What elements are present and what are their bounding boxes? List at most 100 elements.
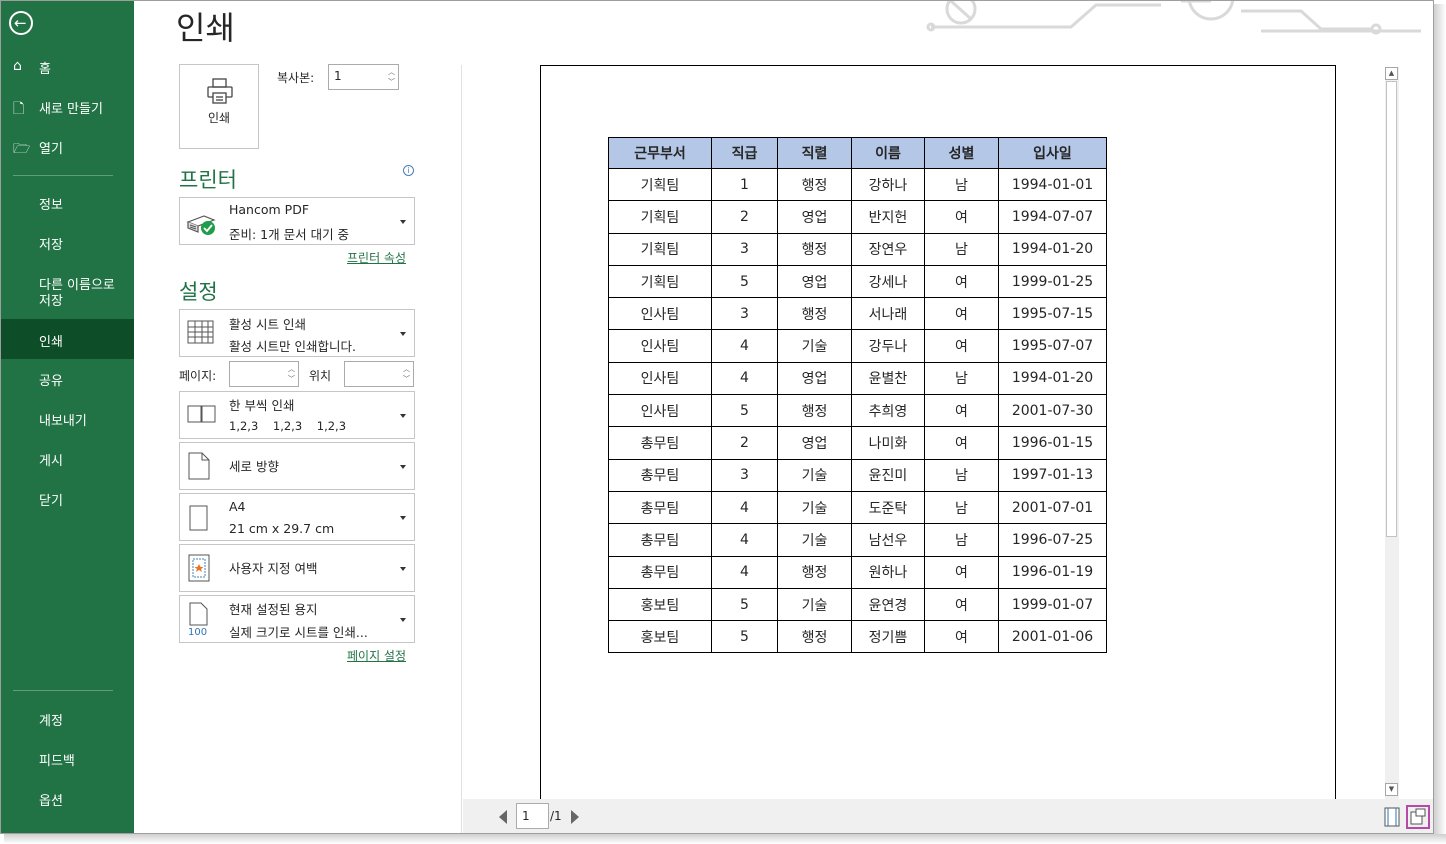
zoom-to-page-button[interactable] xyxy=(1406,805,1430,829)
page-number-input[interactable]: 1 xyxy=(516,803,549,829)
sheet-grid-icon xyxy=(187,320,214,344)
table-cell: 서나래 xyxy=(851,297,925,331)
nav-new[interactable]: 🗋 새로 만들기 xyxy=(1,98,134,118)
print-what-dropdown[interactable]: 활성 시트 인쇄 활성 시트만 인쇄합니다. xyxy=(179,309,415,357)
printer-properties-link[interactable]: 프린터 속성 xyxy=(347,249,406,266)
margins-dropdown[interactable]: 사용자 지정 여백 xyxy=(179,544,415,592)
table-cell: 1994-01-20 xyxy=(998,232,1107,266)
table-row: 기획팀 3 행정 장연우 남 1994-01-20 xyxy=(608,232,1107,266)
printer-dropdown[interactable]: Hancom PDF 준비: 1개 문서 대기 중 xyxy=(179,197,415,245)
page-total: /1 xyxy=(550,809,562,823)
table-cell: 3 xyxy=(711,297,778,331)
nav-export[interactable]: 내보내기 xyxy=(1,410,134,430)
pages-label: 페이지: xyxy=(179,369,217,383)
spin-up-icon[interactable]: ︿ xyxy=(288,365,295,373)
panel-separator xyxy=(461,65,462,833)
spin-down-icon[interactable]: ﹀ xyxy=(403,375,410,383)
table-cell: 인사팀 xyxy=(608,394,712,428)
nav-info-label: 정보 xyxy=(39,198,63,213)
settings-section-title: 설정 xyxy=(179,280,218,304)
copies-spinner[interactable]: 1 ︿ ﹀ xyxy=(328,64,399,90)
table-cell: 행정 xyxy=(777,620,852,654)
table-cell: 1994-01-20 xyxy=(998,361,1107,396)
next-page-icon[interactable] xyxy=(571,810,579,824)
orientation-dropdown[interactable]: 세로 방향 xyxy=(179,442,415,490)
table-cell: 여 xyxy=(924,620,999,654)
previous-page-icon[interactable] xyxy=(499,810,507,824)
nav-save-as[interactable]: 다른 이름으로 저장 xyxy=(1,274,134,310)
scroll-up-icon[interactable]: ▲ xyxy=(1385,67,1398,80)
table-cell: 행정 xyxy=(777,167,852,202)
table-cell: 여 xyxy=(924,394,999,428)
print-button-label: 인쇄 xyxy=(207,111,231,125)
table-cell: 총무팀 xyxy=(608,523,712,557)
zoom-to-page-icon xyxy=(1410,808,1426,825)
nav-save[interactable]: 저장 xyxy=(1,234,134,254)
table-cell: 기술 xyxy=(777,329,852,363)
back-arrow-icon[interactable]: ← xyxy=(9,11,33,35)
nav-print-label: 인쇄 xyxy=(39,335,63,350)
nav-export-label: 내보내기 xyxy=(39,414,87,429)
table-cell: 4 xyxy=(711,329,778,363)
table-cell: 1996-01-19 xyxy=(998,555,1107,589)
backstage-window: ← ⌂ 홈 🗋 새로 만들기 🗁 열기 정보 저장 다른 이름으로 저장 인쇄 … xyxy=(0,0,1434,834)
scaling-sub: 실제 크기로 시트를 인쇄... xyxy=(229,625,368,640)
scroll-thumb[interactable] xyxy=(1386,81,1397,537)
print-button[interactable]: 인쇄 xyxy=(179,64,259,149)
spin-down-icon[interactable]: ﹀ xyxy=(388,78,395,86)
paper-size-dropdown[interactable]: A4 21 cm x 29.7 cm xyxy=(179,493,415,541)
table-cell: 1995-07-15 xyxy=(998,297,1107,331)
table-cell: 윤연경 xyxy=(851,587,925,622)
scroll-down-icon[interactable]: ▼ xyxy=(1385,783,1398,796)
info-icon[interactable]: i xyxy=(403,165,414,176)
nav-options[interactable]: 옵션 xyxy=(1,790,134,810)
table-cell: 행정 xyxy=(777,297,852,331)
table-cell: 여 xyxy=(924,587,999,622)
nav-account[interactable]: 계정 xyxy=(1,710,134,730)
margins-title: 사용자 지정 여백 xyxy=(229,561,318,576)
nav-feedback[interactable]: 피드백 xyxy=(1,750,134,770)
collate-dropdown[interactable]: 한 부씩 인쇄 1,2,3 1,2,3 1,2,3 xyxy=(179,391,415,439)
nav-home-label: 홈 xyxy=(39,62,51,77)
spin-up-icon[interactable]: ︿ xyxy=(388,68,395,76)
preview-scrollbar[interactable]: ▲ ▼ xyxy=(1385,67,1399,799)
table-row: 총무팀 4 행정 원하나 여 1996-01-19 xyxy=(608,555,1107,589)
table-cell: 영업 xyxy=(777,264,852,299)
page-setup-link[interactable]: 페이지 설정 xyxy=(347,647,406,664)
nav-open-label: 열기 xyxy=(39,142,63,157)
pages-to-spinner[interactable]: ︿ ﹀ xyxy=(344,361,414,387)
nav-save-label: 저장 xyxy=(39,238,63,253)
col-header: 직급 xyxy=(711,137,778,169)
table-cell: 5 xyxy=(711,394,778,428)
nav-home[interactable]: ⌂ 홈 xyxy=(1,58,134,78)
preview-footer-bar xyxy=(463,799,1433,833)
table-cell: 인사팀 xyxy=(608,361,712,396)
table-cell: 반지헌 xyxy=(851,200,925,234)
nav-share[interactable]: 공유 xyxy=(1,370,134,390)
spin-down-icon[interactable]: ﹀ xyxy=(288,375,295,383)
pages-from-spinner[interactable]: ︿ ﹀ xyxy=(229,361,299,387)
chevron-down-icon xyxy=(400,618,406,622)
table-row: 홍보팀 5 행정 정기쁨 여 2001-01-06 xyxy=(608,620,1107,654)
table-cell: 2 xyxy=(711,200,778,234)
nav-publish[interactable]: 게시 xyxy=(1,450,134,470)
scaling-dropdown[interactable]: 100 현재 설정된 용지 실제 크기로 시트를 인쇄... xyxy=(179,595,415,643)
nav-info[interactable]: 정보 xyxy=(1,194,134,214)
show-margins-button[interactable] xyxy=(1381,806,1403,828)
table-cell: 1999-01-07 xyxy=(998,587,1107,622)
table-cell: 1995-07-07 xyxy=(998,329,1107,363)
table-cell: 윤별찬 xyxy=(851,361,925,396)
nav-close[interactable]: 닫기 xyxy=(1,490,134,510)
table-row: 인사팀 5 행정 추희영 여 2001-07-30 xyxy=(608,394,1107,428)
table-cell: 행정 xyxy=(777,394,852,428)
col-header: 성별 xyxy=(924,137,999,169)
spin-up-icon[interactable]: ︿ xyxy=(403,365,410,373)
table-cell: 영업 xyxy=(777,361,852,396)
nav-open[interactable]: 🗁 열기 xyxy=(1,138,134,158)
table-cell: 1997-01-13 xyxy=(998,458,1107,492)
table-cell: 기술 xyxy=(777,587,852,622)
nav-print[interactable]: 인쇄 xyxy=(1,319,134,359)
nav-divider xyxy=(13,175,113,176)
table-cell: 나미화 xyxy=(851,426,925,460)
table-cell: 5 xyxy=(711,264,778,299)
